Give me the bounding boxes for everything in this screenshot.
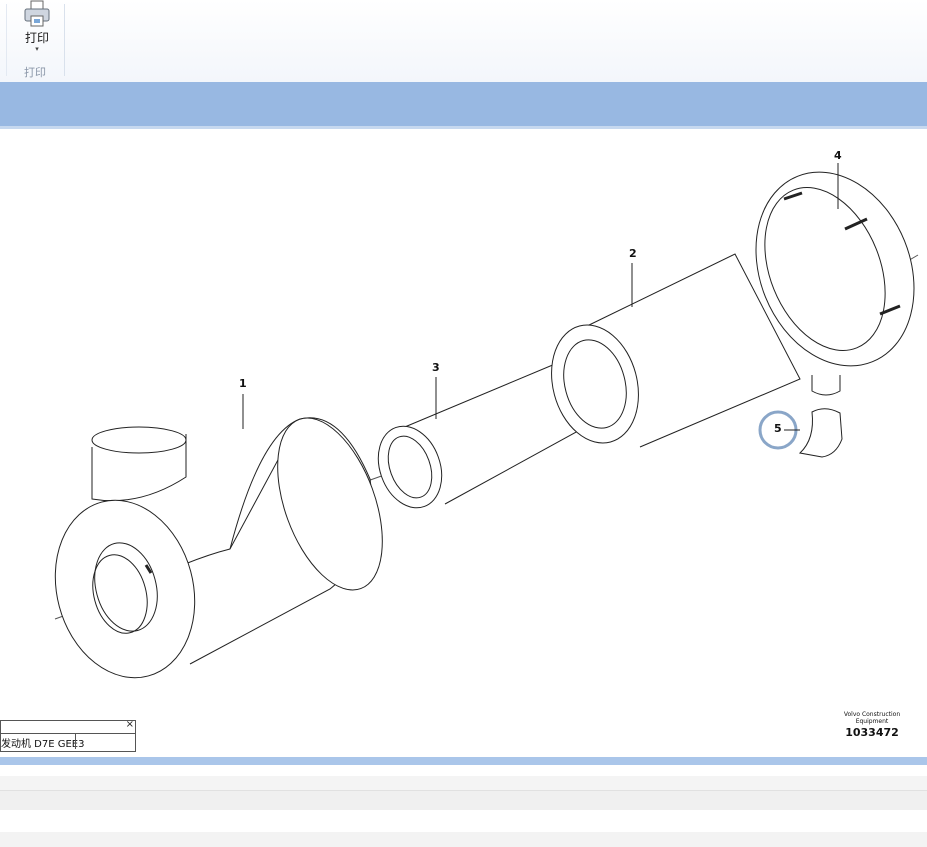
ribbon-divider: [6, 4, 7, 76]
mini-window-field[interactable]: [75, 734, 134, 749]
brand-label: Volvo Construction Equipment: [843, 711, 901, 725]
list-row[interactable]: [0, 776, 927, 791]
callout-1: 1: [239, 377, 247, 390]
mini-window: × 发动机 D7E GEE3: [0, 719, 136, 752]
printer-icon: [24, 0, 50, 27]
ribbon-divider: [64, 4, 65, 76]
ribbon-toolbar: 打印 ▾ 打印: [0, 0, 927, 83]
engine-label: 发动机 D7E GEE3: [1, 739, 85, 750]
ribbon-group-label: 打印: [24, 66, 46, 79]
parts-diagram: 1 2 3 4 5 Volvo Construction Equipment 1…: [0, 129, 927, 757]
air-filter-exploded-view: [36, 163, 919, 693]
print-button-label: 打印: [24, 31, 49, 45]
chevron-down-icon[interactable]: ▾: [14, 46, 60, 53]
list-row[interactable]: [0, 832, 927, 847]
callout-4: 4: [834, 149, 842, 162]
part-number: 1033472: [845, 726, 899, 739]
close-icon[interactable]: ×: [126, 719, 134, 730]
bottom-strip: [0, 757, 927, 765]
part-1-housing[interactable]: [36, 404, 403, 693]
mini-window-row: 发动机 D7E GEE3: [1, 733, 135, 750]
callout-2: 2: [629, 247, 637, 260]
print-button[interactable]: 打印 ▾: [14, 0, 60, 58]
part-5-valve[interactable]: [758, 408, 843, 458]
callout-3: 3: [432, 361, 440, 374]
callout-5: 5: [774, 422, 782, 435]
header-band: [0, 82, 927, 129]
list-row[interactable]: [0, 791, 927, 810]
